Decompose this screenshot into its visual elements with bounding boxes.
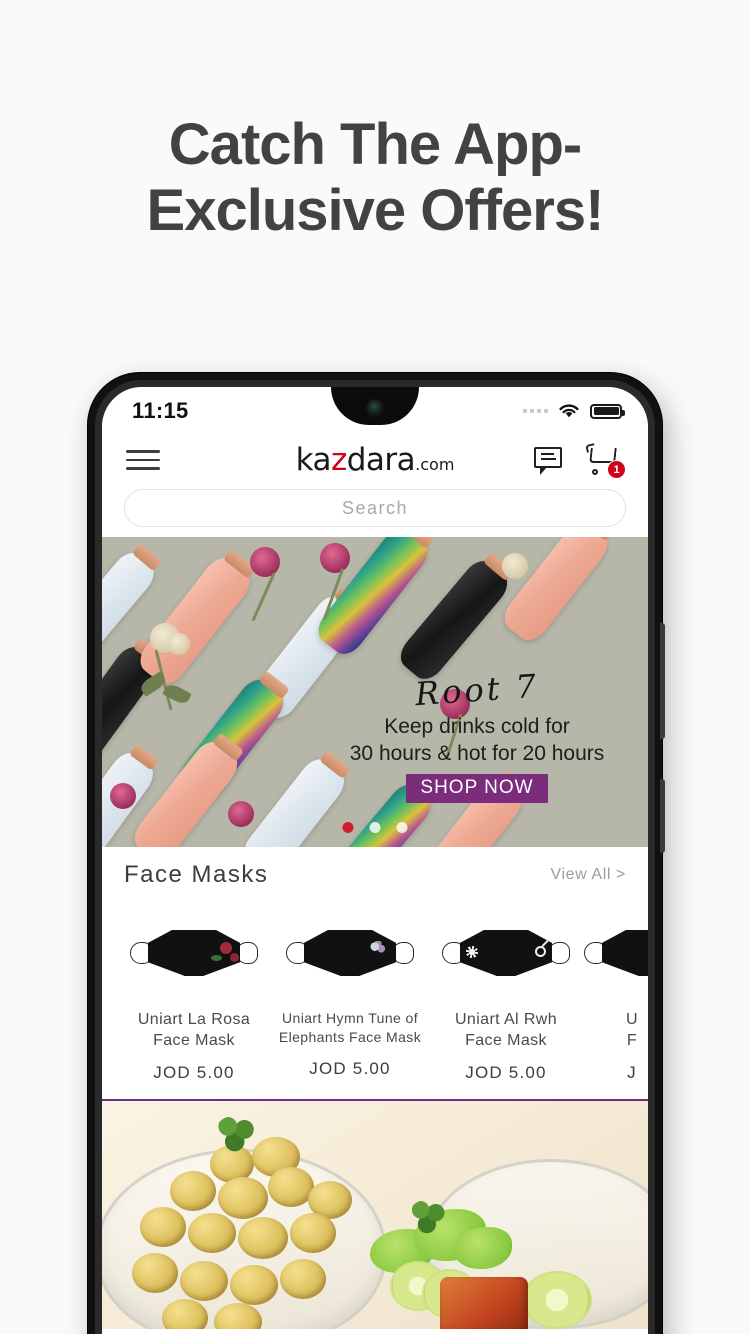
app-header-actions: 1 — [534, 443, 626, 479]
search-bar-container — [102, 485, 648, 537]
product-carousel[interactable]: Uniart La Rosa Face Mask JOD 5.00 Uniart… — [102, 899, 648, 1099]
product-image — [428, 907, 584, 999]
carousel-dot-3[interactable] — [396, 822, 408, 833]
product-name-line-2: Face Mask — [153, 1032, 235, 1049]
product-card[interactable]: Uniart Al Rwh Face Mask JOD 5.00 — [428, 907, 584, 1083]
product-name-line-1: Uniart La Rosa — [137, 1011, 251, 1028]
section-title: Face Masks — [124, 861, 269, 888]
logo-part-2: dara — [346, 442, 416, 478]
brand-logo[interactable]: kazdara.com — [296, 442, 455, 478]
hero-banner-copy: Root 7 Keep drinks cold for 30 hours & h… — [322, 667, 632, 803]
front-camera-icon — [367, 400, 383, 416]
page-title: Catch The App- Exclusive Offers! — [0, 112, 750, 244]
product-card[interactable]: U F J — [584, 907, 648, 1083]
logo-accent-letter: z — [330, 442, 347, 478]
hero-brand-script: Root 7 — [413, 666, 541, 714]
hero-line-1: Keep drinks cold for — [384, 715, 570, 738]
search-input[interactable] — [125, 497, 625, 519]
chat-bubble-icon[interactable] — [534, 447, 564, 475]
product-name-line-2: F — [626, 1032, 638, 1049]
signal-dots-icon — [523, 409, 548, 413]
search-box[interactable] — [124, 489, 626, 527]
status-time: 11:15 — [132, 398, 189, 423]
product-image — [584, 907, 648, 999]
shopping-cart-icon[interactable]: 1 — [585, 443, 626, 479]
battery-full-icon — [590, 403, 625, 419]
phone-volume-button[interactable] — [660, 623, 665, 739]
hero-line-2: 30 hours & hot for 20 hours — [349, 742, 605, 765]
hamburger-menu-icon[interactable] — [126, 444, 160, 476]
product-name-line-2: Face Mask — [465, 1032, 547, 1049]
product-name-line-1: Uniart Hymn Tune of — [282, 1010, 418, 1026]
phone-screen: 11:15 kazdara.com 1 Search Root 7 Keep d… — [102, 387, 648, 1334]
product-name-line-2: Elephants Face Mask — [278, 1029, 422, 1045]
logo-part-1: ka — [295, 442, 332, 478]
status-indicators — [523, 402, 625, 420]
logo-suffix: .com — [415, 455, 455, 474]
product-price: JOD 5.00 — [309, 1059, 391, 1078]
section-header-face-masks: Face Masks View All > — [102, 847, 648, 899]
product-name: U F — [584, 1009, 648, 1051]
headline-line-2: Exclusive Offers! — [146, 178, 605, 243]
phone-power-button[interactable] — [660, 779, 665, 853]
product-image — [116, 907, 272, 999]
product-name: Uniart Al Rwh Face Mask — [428, 1009, 584, 1051]
cart-badge-count: 1 — [607, 460, 626, 479]
hero-banner[interactable]: Root 7 Keep drinks cold for 30 hours & h… — [102, 537, 648, 847]
food-banner[interactable] — [102, 1099, 648, 1329]
product-price: J — [627, 1063, 637, 1082]
carousel-dot-2[interactable] — [369, 822, 381, 833]
product-name-line-1: Uniart Al Rwh — [454, 1011, 558, 1028]
headline-line-1: Catch The App- — [168, 112, 582, 177]
product-name: Uniart Hymn Tune of Elephants Face Mask — [272, 1009, 428, 1047]
product-card[interactable]: Uniart Hymn Tune of Elephants Face Mask … — [272, 907, 428, 1083]
wifi-icon — [559, 404, 579, 418]
product-price: JOD 5.00 — [465, 1063, 547, 1082]
phone-mockup: 11:15 kazdara.com 1 Search Root 7 Keep d… — [88, 373, 665, 1334]
product-image — [272, 907, 428, 999]
carousel-dot-1[interactable] — [342, 822, 354, 833]
product-name-line-1: U — [626, 1011, 638, 1028]
carousel-dots — [342, 822, 408, 833]
product-name: Uniart La Rosa Face Mask — [116, 1009, 272, 1051]
view-all-link[interactable]: View All > — [550, 866, 626, 884]
promo-screenshot: Catch The App- Exclusive Offers! 11:15 k… — [0, 0, 750, 1334]
product-card[interactable]: Uniart La Rosa Face Mask JOD 5.00 — [116, 907, 272, 1083]
shop-now-button[interactable]: SHOP NOW — [406, 774, 548, 803]
app-header: kazdara.com 1 — [102, 435, 648, 485]
product-price: JOD 5.00 — [153, 1063, 235, 1082]
